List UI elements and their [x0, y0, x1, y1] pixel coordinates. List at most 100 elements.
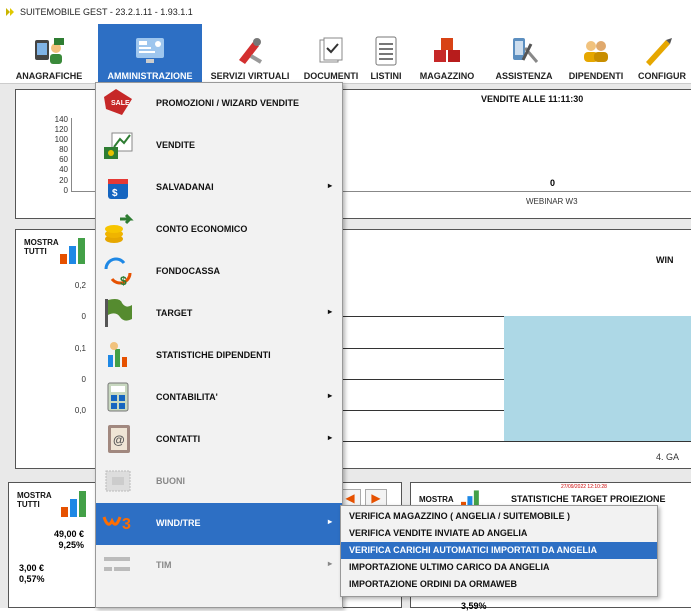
y-tick: 0 — [81, 312, 86, 321]
submenu-arrow-icon: ▸ — [327, 181, 332, 190]
menu-item-target[interactable]: TARGET ▸ — [96, 293, 342, 335]
svg-text:@: @ — [113, 433, 125, 447]
toolbar-amministrazione[interactable]: AMMINISTRAZIONE — [98, 24, 202, 84]
toolbar-magazzino[interactable]: MAGAZZINO — [408, 24, 486, 84]
percent-label: 3,59% — [461, 601, 487, 611]
submenu-arrow-icon: ▸ — [327, 307, 332, 316]
flag-icon — [105, 299, 132, 327]
tim-logo-icon — [104, 557, 130, 571]
mostra-button[interactable]: MOSTRA — [419, 495, 454, 504]
toolbar-configurazione[interactable]: CONFIGUR — [630, 24, 691, 84]
submenu-verifica-magazzino[interactable]: VERIFICA MAGAZZINO ( ANGELIA / SUITEMOBI… — [341, 508, 657, 525]
menu-label: STATISTICHE DIPENDENTI — [156, 350, 271, 360]
menu-item-buoni[interactable]: BUONI — [96, 461, 342, 503]
tutti-label: TUTTI — [17, 500, 40, 509]
menu-item-tim[interactable]: TIM ▸ — [96, 545, 342, 587]
y-tick: 100 — [54, 135, 68, 144]
bar-value-label: 0 — [550, 178, 556, 188]
contacts-icon — [35, 38, 64, 64]
y-tick: 140 — [54, 115, 68, 124]
toolbar-servizi-virtuali[interactable]: SERVIZI VIRTUALI — [202, 24, 298, 84]
menu-item-promozioni[interactable]: SALE PROMOZIONI / WIZARD VENDITE — [96, 83, 342, 125]
toolbar-label: DIPENDENTI — [568, 71, 624, 81]
toolbar-dipendenti[interactable]: DIPENDENTI — [562, 24, 630, 84]
piggy-bank-icon: $ — [108, 179, 128, 199]
assistance-icon — [513, 38, 539, 63]
documents-icon — [319, 37, 343, 63]
toolbar-label: ASSISTENZA — [495, 71, 553, 81]
svg-text:3: 3 — [122, 516, 131, 533]
y-tick: 0 — [63, 186, 68, 195]
menu-label: TARGET — [156, 308, 193, 318]
y-tick: 40 — [59, 165, 68, 174]
voucher-icon — [105, 470, 131, 492]
bar-chart-icon — [61, 491, 86, 517]
timestamp: 27/09/2022 12:10:28 — [561, 484, 607, 490]
submenu-verifica-carichi[interactable]: VERIFICA CARICHI AUTOMATICI IMPORTATI DA… — [341, 542, 657, 559]
calculator-icon — [107, 382, 129, 412]
menu-label: BUONI — [156, 476, 185, 486]
menu-item-contabilita[interactable]: CONTABILITA' ▸ — [96, 377, 342, 419]
submenu-arrow-icon: ▸ — [327, 391, 332, 400]
tools-icon — [239, 38, 263, 64]
y-tick: 120 — [54, 125, 68, 134]
employees-icon — [584, 41, 608, 62]
list-icon — [375, 36, 397, 66]
tutti-label: TUTTI — [24, 247, 47, 256]
config-icon — [646, 38, 672, 66]
category-label: 4. GA — [656, 452, 680, 462]
warehouse-icon — [434, 38, 460, 62]
address-book-icon: @ — [108, 425, 130, 453]
y-tick: 60 — [59, 155, 68, 164]
toolbar-label: LISTINI — [370, 71, 402, 81]
y-tick: 80 — [59, 145, 68, 154]
menu-item-wind-tre[interactable]: 3 WIND/TRE ▸ — [96, 503, 342, 545]
value-label: 3,00 € — [19, 563, 45, 573]
menu-label: CONTO ECONOMICO — [156, 224, 248, 234]
toolbar-assistenza[interactable]: ASSISTENZA — [486, 24, 562, 84]
percent-label: 0,57% — [19, 574, 45, 584]
coins-icon — [105, 213, 134, 243]
toolbar-documenti[interactable]: DOCUMENTI — [298, 24, 364, 84]
y-axis-line — [71, 118, 72, 192]
submenu-arrow-icon: ▸ — [327, 433, 332, 442]
menu-label: CONTATTI — [156, 434, 201, 444]
mostra-label: MOSTRA — [17, 491, 52, 500]
menu-label: VENDITE — [156, 140, 196, 150]
menu-label: CONTABILITA' — [156, 392, 218, 402]
target-stats-title: STATISTICHE TARGET PROIEZIONE — [511, 494, 666, 504]
menu-label: WIND/TRE — [156, 518, 201, 528]
submenu-verifica-vendite[interactable]: VERIFICA VENDITE INVIATE AD ANGELIA — [341, 525, 657, 542]
y-tick: 0,1 — [74, 344, 86, 353]
title-bar: SUITEMOBILE GEST - 23.2.1.11 - 1.93.1.1 — [0, 0, 691, 24]
windtre-logo-icon: 3 — [102, 516, 131, 533]
submenu-importazione-carico[interactable]: IMPORTAZIONE ULTIMO CARICO DA ANGELIA — [341, 559, 657, 576]
y-tick: 0,0 — [74, 406, 86, 415]
menu-item-statistiche-dipendenti[interactable]: STATISTICHE DIPENDENTI — [96, 335, 342, 377]
sale-tag-icon: SALE — [104, 89, 132, 115]
chart-bar — [504, 316, 691, 441]
submenu-arrow-icon: ▸ — [327, 559, 332, 568]
menu-label: SALVADANAI — [156, 182, 214, 192]
menu-item-fondocassa[interactable]: $ FONDOCASSA — [96, 251, 342, 293]
app-logo-icon — [6, 8, 14, 16]
menu-item-salvadanai[interactable]: $ SALVADANAI ▸ — [96, 167, 342, 209]
toolbar-label: ANAGRAFICHE — [15, 71, 83, 81]
submenu-importazione-ordini[interactable]: IMPORTAZIONE ORDINI DA ORMAWEB — [341, 576, 657, 593]
toolbar-anagrafiche[interactable]: ANAGRAFICHE — [0, 24, 98, 84]
mostra-label: MOSTRA — [24, 238, 59, 247]
svg-text:$: $ — [120, 274, 127, 287]
menu-item-conto-economico[interactable]: CONTO ECONOMICO — [96, 209, 342, 251]
mostra-tutti-button[interactable]: MOSTRA TUTTI — [24, 238, 59, 256]
submenu-arrow-icon: ▸ — [327, 517, 332, 526]
x-axis-line — [336, 441, 691, 442]
mostra-tutti-button[interactable]: MOSTRA TUTTI — [17, 491, 52, 509]
wind-chart-title: WIN — [656, 255, 674, 265]
menu-item-vendite[interactable]: VENDITE — [96, 125, 342, 167]
toolbar-label: SERVIZI VIRTUALI — [210, 71, 290, 81]
toolbar-label: AMMINISTRAZIONE — [107, 71, 193, 81]
menu-item-contatti[interactable]: @ CONTATTI ▸ — [96, 419, 342, 461]
cash-exchange-icon: $ — [104, 257, 132, 287]
toolbar-listini[interactable]: LISTINI — [364, 24, 408, 84]
menu-label: TIM — [156, 560, 172, 570]
